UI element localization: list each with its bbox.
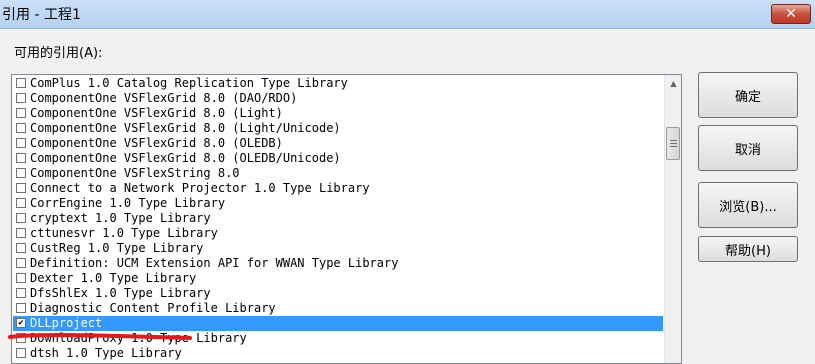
- reference-checkbox[interactable]: [16, 78, 26, 88]
- reference-label: CustReg 1.0 Type Library: [30, 241, 204, 255]
- reference-label: Connect to a Network Projector 1.0 Type …: [30, 181, 370, 195]
- reference-label: ComponentOne VSFlexGrid 8.0 (DAO/RDO): [30, 91, 298, 105]
- reference-item[interactable]: Dexter 1.0 Type Library: [13, 271, 663, 286]
- reference-item[interactable]: cttunesvr 1.0 Type Library: [13, 226, 663, 241]
- help-button[interactable]: 帮助(H): [698, 236, 798, 262]
- reference-checkbox[interactable]: [16, 168, 26, 178]
- reference-checkbox[interactable]: [16, 183, 26, 193]
- reference-label: ComPlus 1.0 Catalog Replication Type Lib…: [30, 76, 348, 90]
- reference-item[interactable]: CorrEngine 1.0 Type Library: [13, 196, 663, 211]
- reference-label: ComponentOne VSFlexGrid 8.0 (OLEDB/Unico…: [30, 151, 341, 165]
- reference-label: DownloadProxy 1.0 Type Library: [30, 331, 247, 345]
- reference-label: cryptext 1.0 Type Library: [30, 211, 211, 225]
- reference-checkbox[interactable]: [16, 228, 26, 238]
- reference-item[interactable]: ComponentOne VSFlexString 8.0: [13, 166, 663, 181]
- reference-checkbox[interactable]: [16, 198, 26, 208]
- reference-checkbox[interactable]: [16, 273, 26, 283]
- reference-item[interactable]: Definition: UCM Extension API for WWAN T…: [13, 256, 663, 271]
- reference-checkbox[interactable]: [16, 138, 26, 148]
- reference-label: DfsShlEx 1.0 Type Library: [30, 286, 211, 300]
- reference-checkbox[interactable]: [16, 333, 26, 343]
- reference-item[interactable]: DfsShlEx 1.0 Type Library: [13, 286, 663, 301]
- reference-item[interactable]: ComponentOne VSFlexGrid 8.0 (Light): [13, 106, 663, 121]
- reference-checkbox[interactable]: [16, 108, 26, 118]
- reference-item[interactable]: dtsh 1.0 Type Library: [13, 346, 663, 361]
- scroll-up-arrow-icon[interactable]: ▲: [665, 75, 681, 92]
- reference-item[interactable]: ComponentOne VSFlexGrid 8.0 (OLEDB/Unico…: [13, 151, 663, 166]
- reference-label: Diagnostic Content Profile Library: [30, 301, 276, 315]
- ok-button[interactable]: 确定: [698, 72, 798, 118]
- title-bar: 引用 - 工程1 ✕: [0, 0, 815, 29]
- reference-label: ComponentOne VSFlexString 8.0: [30, 166, 240, 180]
- reference-label: Definition: UCM Extension API for WWAN T…: [30, 256, 399, 270]
- reference-label: ComponentOne VSFlexGrid 8.0 (Light/Unico…: [30, 121, 341, 135]
- reference-checkbox[interactable]: [16, 288, 26, 298]
- reference-item[interactable]: Diagnostic Content Profile Library: [13, 301, 663, 316]
- reference-item[interactable]: ComponentOne VSFlexGrid 8.0 (DAO/RDO): [13, 91, 663, 106]
- reference-item[interactable]: DownloadProxy 1.0 Type Library: [13, 331, 663, 346]
- reference-item[interactable]: ComponentOne VSFlexGrid 8.0 (Light/Unico…: [13, 121, 663, 136]
- reference-label: ComponentOne VSFlexGrid 8.0 (Light): [30, 106, 283, 120]
- window-title: 引用 - 工程1: [2, 7, 81, 23]
- reference-label: cttunesvr 1.0 Type Library: [30, 226, 218, 240]
- reference-item[interactable]: CustReg 1.0 Type Library: [13, 241, 663, 256]
- vertical-scrollbar[interactable]: ▲: [664, 75, 681, 363]
- reference-label: dtsh 1.0 Type Library: [30, 346, 182, 360]
- reference-checkbox[interactable]: [16, 243, 26, 253]
- reference-checkbox[interactable]: [16, 303, 26, 313]
- reference-item[interactable]: ComPlus 1.0 Catalog Replication Type Lib…: [13, 76, 663, 91]
- reference-item[interactable]: ComponentOne VSFlexGrid 8.0 (OLEDB): [13, 136, 663, 151]
- references-listbox[interactable]: ComPlus 1.0 Catalog Replication Type Lib…: [11, 74, 682, 364]
- references-list: ComPlus 1.0 Catalog Replication Type Lib…: [13, 76, 663, 361]
- reference-item[interactable]: cryptext 1.0 Type Library: [13, 211, 663, 226]
- reference-item[interactable]: ✔ DLLproject: [13, 316, 663, 331]
- reference-checkbox[interactable]: ✔: [16, 318, 26, 328]
- browse-button[interactable]: 浏览(B)...: [698, 182, 798, 228]
- reference-label: DLLproject: [30, 316, 103, 330]
- scrollbar-thumb[interactable]: [666, 127, 680, 160]
- reference-checkbox[interactable]: [16, 258, 26, 268]
- reference-checkbox[interactable]: [16, 93, 26, 103]
- close-button[interactable]: ✕: [771, 4, 811, 24]
- available-references-label: 可用的引用(A):: [14, 46, 103, 61]
- reference-checkbox[interactable]: [16, 153, 26, 163]
- reference-label: Dexter 1.0 Type Library: [30, 271, 197, 285]
- close-icon: ✕: [785, 6, 797, 22]
- cancel-button[interactable]: 取消: [698, 125, 798, 171]
- reference-item[interactable]: Connect to a Network Projector 1.0 Type …: [13, 181, 663, 196]
- reference-checkbox[interactable]: [16, 213, 26, 223]
- reference-label: CorrEngine 1.0 Type Library: [30, 196, 226, 210]
- reference-label: ComponentOne VSFlexGrid 8.0 (OLEDB): [30, 136, 283, 150]
- reference-checkbox[interactable]: [16, 123, 26, 133]
